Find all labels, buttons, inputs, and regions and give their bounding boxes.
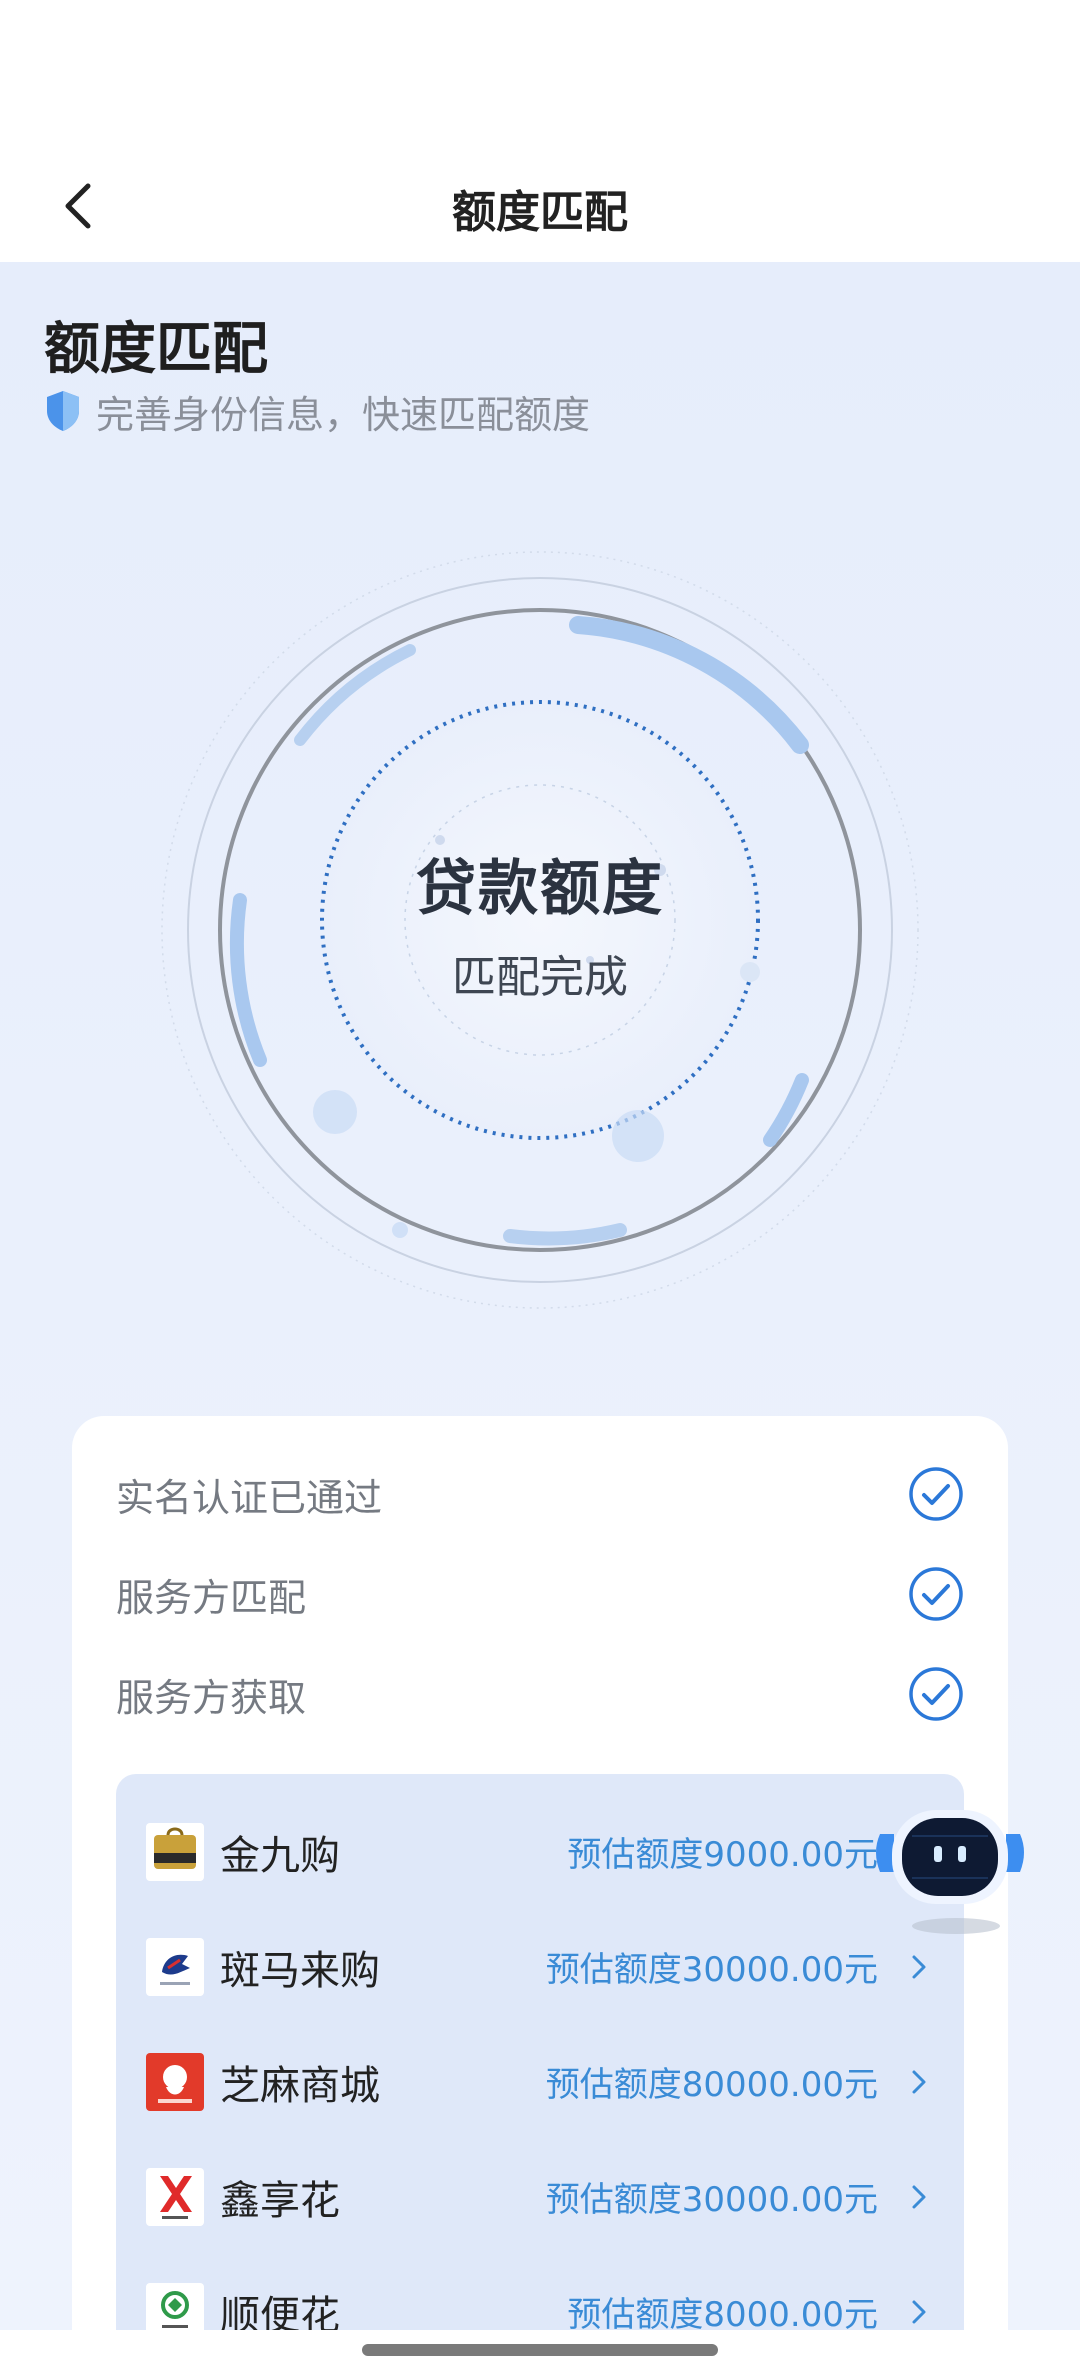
zhimashangcheng-logo — [146, 2052, 204, 2111]
robot-icon — [876, 1810, 1024, 1934]
provider-item-banmalaigou[interactable]: 斑马来购 预估额度30000.00元 — [116, 1909, 964, 2024]
provider-amount: 预估额度8000.00元 — [567, 2295, 878, 2335]
chevron-right-icon — [904, 2297, 934, 2327]
match-result-card: 实名认证已通过 服务方匹配 服务方获取 金九购 预估额度9000.00元 斑马来… — [72, 1416, 1008, 2376]
provider-amount: 预估额度30000.00元 — [545, 2180, 878, 2220]
provider-item-jinjiugou[interactable]: 金九购 预估额度9000.00元 — [116, 1794, 964, 1909]
checklist-label: 服务方获取 — [116, 1675, 307, 1720]
checklist-item-provider-fetch: 服务方获取 — [116, 1644, 964, 1744]
provider-name: 鑫享花 — [220, 2177, 340, 2224]
status-bar-area — [0, 0, 1080, 150]
page-title: 额度匹配 — [452, 187, 628, 238]
match-status: 匹配完成 — [452, 952, 628, 1003]
navigation-bar: 额度匹配 — [0, 150, 1080, 262]
provider-name: 斑马来购 — [220, 1947, 380, 1994]
xinxianghua-logo — [146, 2167, 204, 2226]
circle-center-text: 贷款额度 匹配完成 — [150, 840, 930, 1005]
match-progress-circle: 贷款额度 匹配完成 — [150, 540, 930, 1320]
hero-subtitle-row: 完善身份信息，快速匹配额度 — [44, 386, 591, 437]
hero-heading: 额度匹配 — [44, 317, 268, 382]
check-circle-icon — [909, 1567, 963, 1621]
check-circle-icon — [909, 1467, 963, 1521]
provider-name: 金九购 — [220, 1832, 340, 1879]
provider-amount: 预估额度30000.00元 — [545, 1950, 878, 1990]
home-indicator[interactable] — [362, 2344, 718, 2356]
chevron-right-icon — [904, 1952, 934, 1982]
banmalaigou-logo — [146, 1937, 204, 1996]
checklist-item-provider-match: 服务方匹配 — [116, 1544, 964, 1644]
provider-amount: 预估额度9000.00元 — [567, 1835, 878, 1875]
check-circle-icon — [909, 1667, 963, 1721]
chevron-right-icon — [904, 2182, 934, 2212]
checklist-item-identity: 实名认证已通过 — [116, 1444, 964, 1544]
assistant-robot-button[interactable] — [872, 1796, 1028, 1936]
chevron-right-icon — [904, 2067, 934, 2097]
checklist-label: 实名认证已通过 — [116, 1475, 383, 1520]
checklist-label: 服务方匹配 — [116, 1575, 307, 1620]
provider-name: 芝麻商城 — [220, 2062, 380, 2109]
provider-list: 金九购 预估额度9000.00元 斑马来购 预估额度30000.00元 芝麻商城… — [116, 1774, 964, 2376]
shield-icon — [47, 391, 79, 431]
hero-subtitle: 完善身份信息，快速匹配额度 — [96, 392, 591, 437]
provider-item-zhimashangcheng[interactable]: 芝麻商城 预估额度80000.00元 — [116, 2024, 964, 2139]
loan-amount-title: 贷款额度 — [416, 854, 664, 924]
provider-item-xinxianghua[interactable]: 鑫享花 预估额度30000.00元 — [116, 2139, 964, 2254]
jinjiugou-logo — [146, 1822, 204, 1881]
provider-amount: 预估额度80000.00元 — [545, 2065, 878, 2105]
